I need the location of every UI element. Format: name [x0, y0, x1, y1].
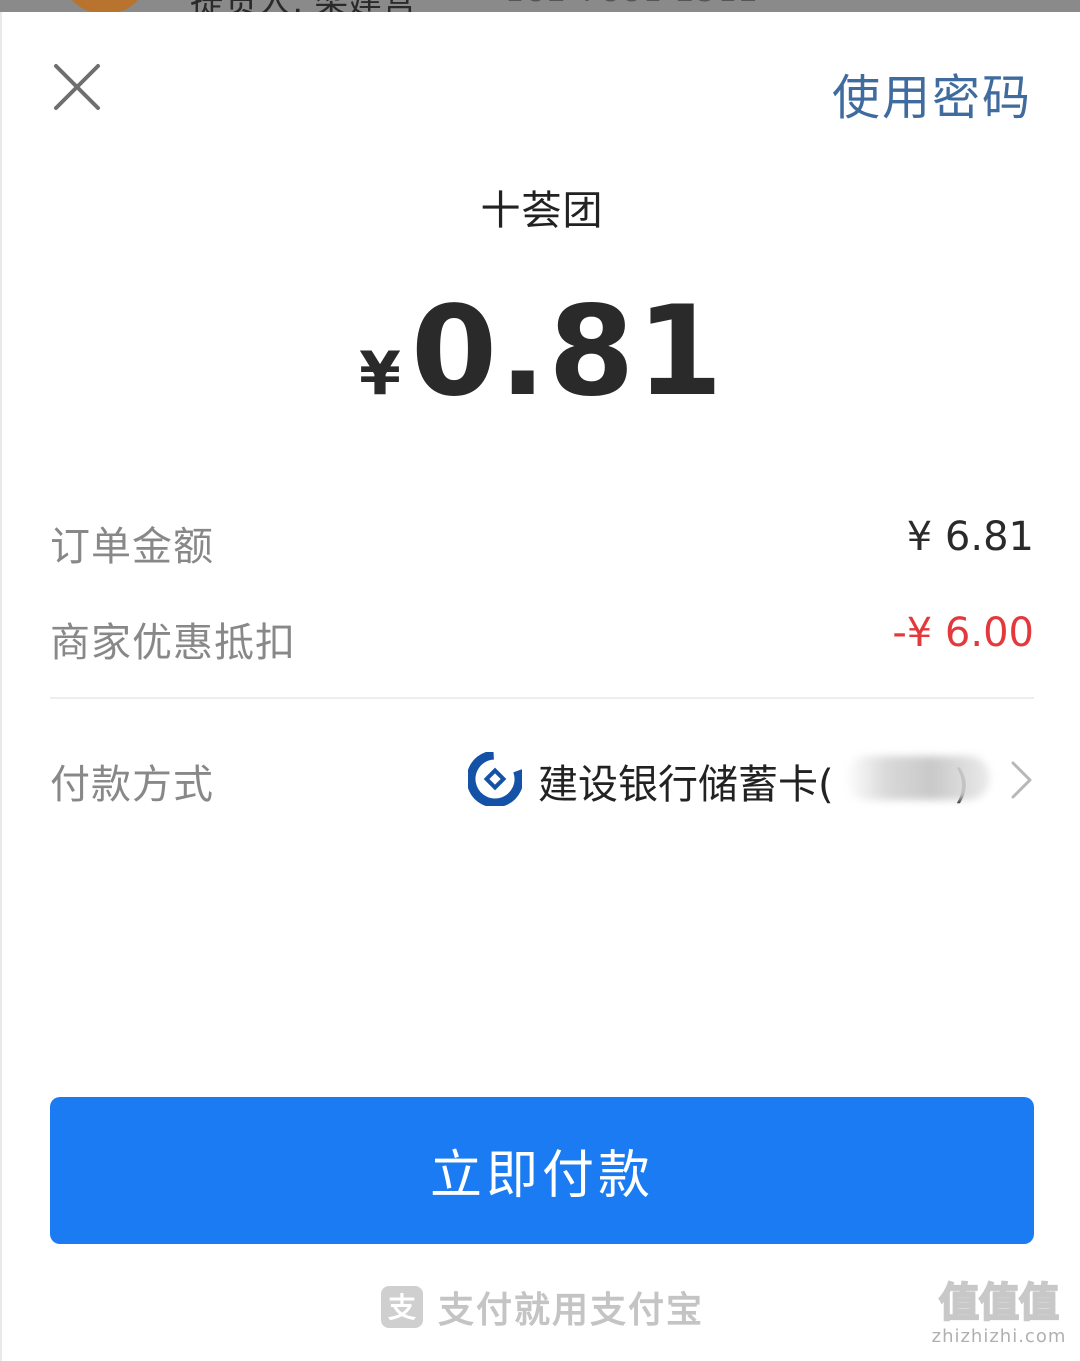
divider: [50, 697, 1034, 699]
order-amount-row: 订单金额 ¥ 6.81: [50, 514, 1034, 584]
underlay-phone-text: 182 7881 2512: [505, 0, 760, 9]
watermark-logo: 值值值: [938, 1279, 1060, 1324]
payment-method-selector[interactable]: 付款方式 建设银行储蓄卡(): [50, 742, 1034, 822]
merchant-discount-row: 商家优惠抵扣 -¥ 6.00: [50, 610, 1034, 680]
alipay-icon: 支: [380, 1285, 424, 1329]
close-button[interactable]: [52, 62, 102, 112]
watermark-url: zhizhizhi.com: [931, 1326, 1067, 1347]
currency-symbol: ¥: [359, 339, 401, 409]
order-amount-label: 订单金额: [50, 524, 214, 570]
pay-now-button[interactable]: 立即付款: [50, 1097, 1034, 1244]
bank-card-name-text: 建设银行储蓄卡(: [538, 762, 834, 808]
payment-sheet: 使用密码 十荟团 ¥0.81 订单金额 ¥ 6.81 商家优惠抵扣 -¥ 6.0…: [0, 12, 1080, 1361]
payment-amount: ¥0.81: [2, 280, 1080, 424]
alipay-footer: 支 支付就用支付宝: [2, 1282, 1080, 1332]
merchant-name: 十荟团: [480, 188, 604, 234]
merchant-discount-label: 商家优惠抵扣: [50, 620, 296, 666]
alipay-slogan: 支付就用支付宝: [437, 1290, 704, 1331]
ccb-bank-icon: [468, 752, 522, 806]
svg-text:值值值: 值值值: [939, 1280, 1059, 1324]
payment-screen: 提货人: 梁建营 182 7881 2512 使用密码 十荟团 ¥0.81 订单…: [0, 0, 1080, 1361]
use-password-link[interactable]: 使用密码: [832, 58, 1032, 128]
close-icon: [54, 64, 100, 110]
order-amount-value: ¥ 6.81: [906, 514, 1034, 560]
merchant-discount-value: -¥ 6.00: [892, 610, 1034, 656]
chevron-right-icon: [1010, 760, 1034, 800]
masked-card-number: [845, 756, 990, 800]
amount-value: 0.81: [410, 280, 725, 424]
watermark: 值值值 zhizhizhi.com: [924, 1278, 1074, 1347]
payment-method-label: 付款方式: [50, 762, 214, 808]
svg-text:支: 支: [388, 1291, 416, 1324]
